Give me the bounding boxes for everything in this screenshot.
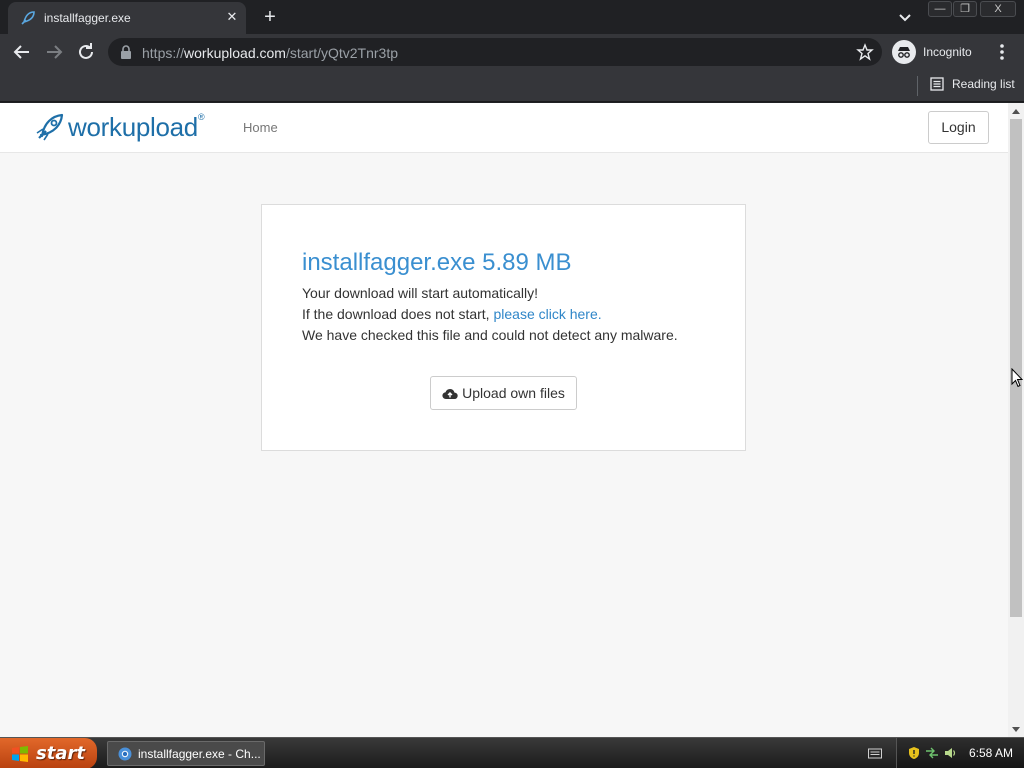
- reading-list-button[interactable]: Reading list: [930, 77, 1015, 91]
- bookmarks-divider: [917, 76, 918, 96]
- system-tray: 6:58 AM: [896, 738, 1024, 768]
- scroll-down-arrow-icon[interactable]: [1012, 727, 1020, 732]
- system-clock[interactable]: 6:58 AM: [969, 746, 1013, 760]
- download-panel: installfagger.exe 5.89 MB Your download …: [261, 204, 746, 451]
- window-close-button[interactable]: X: [980, 1, 1016, 17]
- screen: installfagger.exe ✕ + — ❐ X https://work…: [0, 0, 1024, 768]
- web-page: workupload ® Home Login installfagger.ex…: [0, 103, 1008, 737]
- manual-download-link[interactable]: please click here.: [493, 306, 601, 322]
- page-scrollbar[interactable]: [1008, 103, 1024, 737]
- windows-flag-icon: [12, 745, 28, 762]
- task-label: installfagger.exe - Ch...: [138, 746, 261, 761]
- tab-search-chevron-icon[interactable]: [896, 8, 914, 26]
- reload-icon[interactable]: [74, 40, 98, 64]
- incognito-label: Incognito: [923, 45, 972, 59]
- scroll-up-arrow-icon[interactable]: [1012, 109, 1020, 114]
- workupload-logo[interactable]: workupload ®: [34, 111, 205, 143]
- new-tab-button[interactable]: +: [259, 6, 281, 28]
- keyboard-icon[interactable]: [868, 747, 882, 759]
- workupload-favicon-icon: [21, 11, 35, 25]
- login-button[interactable]: Login: [928, 111, 989, 144]
- upload-button-label: Upload own files: [462, 385, 565, 401]
- site-navbar: workupload ® Home Login: [0, 103, 1008, 153]
- bookmark-star-icon[interactable]: [856, 43, 874, 61]
- file-title: installfagger.exe 5.89 MB: [302, 249, 572, 276]
- tab-title: installfagger.exe: [44, 11, 131, 25]
- address-bar[interactable]: https://workupload.com/start/yQtv2Tnr3tp: [108, 38, 882, 66]
- more-menu-icon[interactable]: [994, 42, 1010, 62]
- taskbar-chrome-task[interactable]: installfagger.exe - Ch...: [107, 741, 265, 766]
- browser-tab[interactable]: installfagger.exe ✕: [8, 2, 246, 34]
- rocket-logo-icon: [36, 113, 64, 141]
- security-shield-icon[interactable]: [907, 746, 921, 760]
- chrome-icon: [118, 747, 132, 760]
- auto-start-message: Your download will start automatically!: [302, 285, 539, 301]
- lock-icon[interactable]: [120, 45, 132, 59]
- fallback-message: If the download does not start, please c…: [302, 306, 602, 322]
- url-text[interactable]: https://workupload.com/start/yQtv2Tnr3tp: [142, 45, 398, 61]
- start-label: start: [36, 743, 85, 764]
- upload-own-files-button[interactable]: Upload own files: [430, 376, 577, 410]
- cloud-upload-icon: [442, 388, 458, 399]
- back-arrow-icon[interactable]: [10, 40, 34, 64]
- start-button[interactable]: start: [0, 738, 97, 768]
- incognito-indicator[interactable]: Incognito: [892, 39, 972, 65]
- minimize-button[interactable]: —: [928, 1, 952, 17]
- taskbar: start installfagger.exe - Ch... 6:58 AM: [0, 737, 1024, 768]
- registered-mark: ®: [197, 112, 205, 122]
- reading-list-icon: [930, 77, 944, 91]
- nav-home-link[interactable]: Home: [243, 120, 278, 135]
- malware-check-message: We have checked this file and could not …: [302, 327, 678, 343]
- logo-text: workupload: [68, 111, 198, 142]
- network-icon[interactable]: [925, 746, 939, 760]
- reading-list-label: Reading list: [952, 77, 1015, 91]
- forward-arrow-icon[interactable]: [42, 40, 66, 64]
- bookmarks-bar: Reading list: [0, 70, 1024, 102]
- mouse-cursor-icon: [1011, 368, 1023, 388]
- restore-button[interactable]: ❐: [953, 1, 977, 17]
- incognito-icon: [892, 40, 916, 64]
- tab-close-icon[interactable]: ✕: [224, 9, 240, 25]
- volume-icon[interactable]: [943, 746, 957, 760]
- tab-strip: installfagger.exe ✕ + — ❐ X: [0, 0, 1024, 34]
- browser-toolbar: https://workupload.com/start/yQtv2Tnr3tp…: [0, 34, 1024, 70]
